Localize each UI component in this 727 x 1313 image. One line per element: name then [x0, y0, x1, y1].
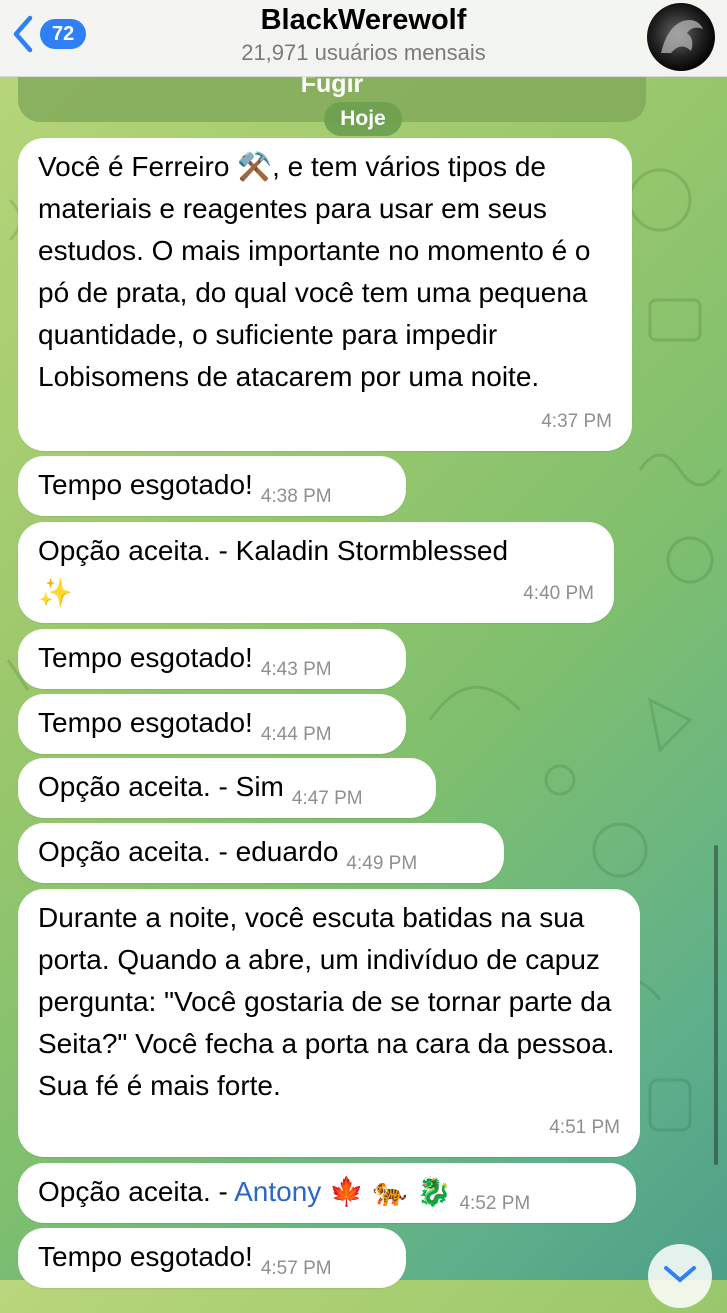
message-text: Opção aceita. - — [38, 1176, 235, 1207]
message-time: 4:57 PM — [260, 1258, 332, 1279]
user-mention-link[interactable]: Antony — [234, 1176, 321, 1207]
message-bubble[interactable]: Tempo esgotado! 4:44 PM — [18, 694, 406, 754]
message-time: 4:37 PM — [541, 411, 612, 432]
message-text: Tempo esgotado! — [38, 707, 253, 738]
message-bubble[interactable]: Opção aceita. - Kaladin Stormblessed ✨ 4… — [18, 522, 614, 623]
scrollbar[interactable] — [714, 845, 718, 1165]
message-bubble[interactable]: Você é Ferreiro ⚒️, e tem vários tipos d… — [18, 138, 632, 451]
message-emojis: 🍁 🐅 🐉 — [329, 1175, 452, 1208]
message-bubble[interactable]: Tempo esgotado! 4:57 PM — [18, 1228, 406, 1288]
message-text: Opção aceita. - Sim — [38, 771, 284, 802]
message-text: Tempo esgotado! — [38, 469, 253, 500]
message-bubble[interactable]: Opção aceita. - eduardo 4:49 PM — [18, 823, 504, 883]
message-text: Opção aceita. - eduardo — [38, 836, 339, 867]
message-time: 4:43 PM — [260, 659, 332, 680]
message-bubble[interactable]: Durante a noite, você escuta batidas na … — [18, 889, 640, 1157]
chat-header: 72 BlackWerewolf 21,971 usuários mensais — [0, 0, 727, 77]
message-time: 4:40 PM — [523, 583, 594, 604]
message-bubble[interactable]: Tempo esgotado! 4:38 PM — [18, 456, 406, 516]
message-text: Opção aceita. - Kaladin Stormblessed — [38, 535, 509, 566]
message-time: 4:52 PM — [459, 1193, 531, 1214]
chat-title[interactable]: BlackWerewolf — [0, 4, 727, 37]
message-text: Durante a noite, você escuta batidas na … — [38, 902, 615, 1101]
message-time: 4:44 PM — [260, 724, 332, 745]
message-bubble[interactable]: Tempo esgotado! 4:43 PM — [18, 629, 406, 689]
scroll-down-button[interactable] — [648, 1244, 712, 1308]
message-time: 4:38 PM — [260, 486, 332, 507]
message-bubble[interactable]: Opção aceita. - Antony 🍁 🐅 🐉 4:52 PM — [18, 1163, 636, 1223]
sparkles-emoji: ✨ — [38, 576, 73, 609]
message-text: Tempo esgotado! — [38, 642, 253, 673]
chevron-down-icon — [664, 1266, 696, 1283]
chat-subtitle: 21,971 usuários mensais — [241, 40, 486, 65]
message-time: 4:49 PM — [346, 853, 418, 874]
message-time: 4:51 PM — [549, 1117, 620, 1138]
date-separator: Hoje — [324, 102, 402, 136]
message-bubble[interactable]: Opção aceita. - Sim 4:47 PM — [18, 758, 436, 818]
wolf-avatar-icon — [661, 20, 703, 53]
message-time: 4:47 PM — [291, 788, 363, 809]
avatar[interactable] — [647, 3, 715, 71]
message-text: Tempo esgotado! — [38, 1241, 253, 1272]
message-text: Você é Ferreiro ⚒️, e tem vários tipos d… — [38, 151, 591, 392]
